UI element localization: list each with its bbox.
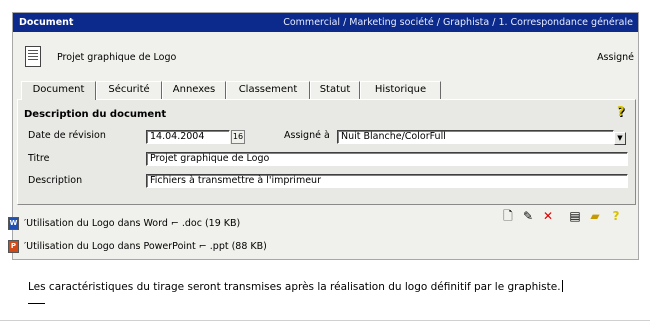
delete-icon[interactable]: ✕	[540, 208, 556, 224]
attachment-link[interactable]: ′Utilisation du Logo dans Word ⌐ .doc (1…	[24, 218, 240, 229]
breadcrumb[interactable]: Commercial / Marketing société / Graphis…	[283, 17, 633, 28]
status-label: Assigné	[597, 52, 634, 63]
attachment-link[interactable]: ′Utilisation du Logo dans PowerPoint ⌐ .…	[24, 241, 267, 252]
description-label: Description	[28, 175, 83, 186]
word-icon: W	[8, 217, 19, 230]
tab-classement[interactable]: Classement	[226, 81, 310, 99]
attach-icon[interactable]: ✎	[520, 208, 536, 224]
text-caret	[561, 280, 563, 292]
title-label: Titre	[28, 153, 50, 164]
tab-securite[interactable]: Sécurité	[96, 81, 162, 99]
text-underline	[28, 303, 45, 304]
question-mark-icon[interactable]: ?	[617, 106, 629, 120]
document-icon	[25, 46, 41, 67]
document-name: Projet graphique de Logo	[57, 52, 177, 63]
open-folder-icon[interactable]: ▰	[587, 208, 603, 224]
tab-statut[interactable]: Statut	[310, 81, 360, 99]
divider	[0, 320, 650, 321]
scan-icon[interactable]: ▤	[567, 208, 583, 224]
powerpoint-icon: P	[8, 240, 19, 253]
assigned-to-label: Assigné à	[284, 130, 330, 141]
window-titlebar: Document Commercial / Marketing société …	[13, 13, 638, 32]
tab-historique[interactable]: Historique	[360, 81, 441, 99]
chevron-down-icon[interactable]: ▼	[614, 132, 626, 145]
assigned-to-select[interactable]: Nuit Blanche/ColorFull	[337, 130, 614, 144]
body-text: Les caractéristiques du tirage seront tr…	[28, 281, 561, 293]
tab-label: Statut	[319, 84, 351, 95]
revision-date-field[interactable]: 14.04.2004	[146, 130, 230, 144]
help-icon[interactable]: ?	[608, 208, 624, 224]
body-text-editor[interactable]: Les caractéristiques du tirage seront tr…	[28, 280, 563, 293]
tab-document[interactable]: Document	[21, 81, 96, 100]
tab-label: Classement	[238, 84, 298, 95]
tab-label: Historique	[374, 84, 427, 95]
description-field[interactable]: Fichiers à transmettre à l'imprimeur	[146, 174, 628, 188]
tab-label: Annexes	[172, 84, 216, 95]
panel-title: Description du document	[24, 109, 167, 120]
window-title: Document	[19, 17, 74, 28]
title-field[interactable]: Projet graphique de Logo	[146, 152, 628, 166]
tab-label: Document	[32, 84, 85, 95]
new-document-icon[interactable]: 🗋	[500, 208, 516, 224]
tab-label: Sécurité	[108, 84, 150, 95]
tab-annexes[interactable]: Annexes	[162, 81, 226, 99]
revision-date-label: Date de révision	[28, 130, 106, 141]
calendar-button[interactable]: 16	[231, 130, 245, 144]
